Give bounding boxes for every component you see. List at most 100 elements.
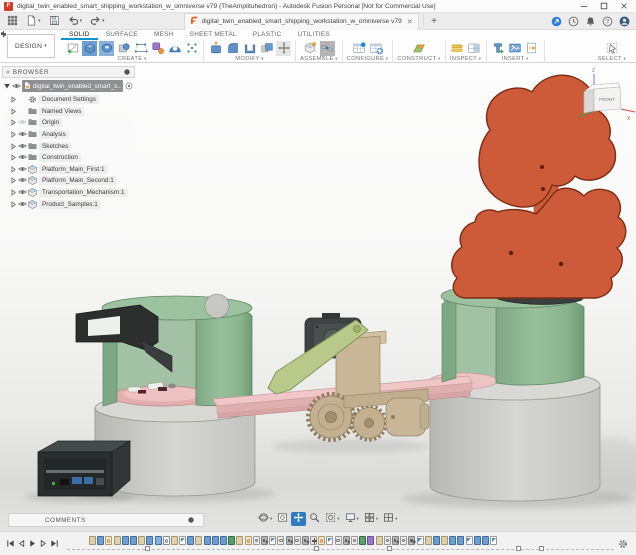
display-settings-button[interactable]: ▾ xyxy=(343,512,361,526)
ribbon-group-label[interactable]: INSERT xyxy=(502,56,529,63)
ribbon-group-label[interactable]: INSPECT xyxy=(450,56,481,63)
revolve-icon[interactable] xyxy=(99,41,114,56)
minimize-button[interactable] xyxy=(574,0,594,12)
shell-icon[interactable] xyxy=(242,41,257,56)
configure-features-icon[interactable] xyxy=(369,41,384,56)
viewports-button[interactable]: ▾ xyxy=(381,512,399,526)
insert-derive-icon[interactable] xyxy=(491,41,506,56)
expand-icon[interactable] xyxy=(10,108,17,115)
notifications-icon[interactable] xyxy=(584,15,596,27)
browser-header[interactable]: « BROWSER xyxy=(2,66,135,78)
ribbon-group-label[interactable]: SELECT xyxy=(598,56,626,63)
configuration-table-icon[interactable] xyxy=(352,41,367,56)
browser-tree-item[interactable]: Platform_Main_Second:1 xyxy=(2,175,135,187)
maximize-button[interactable] xyxy=(594,0,614,12)
ribbon-tab[interactable]: UTILITIES xyxy=(290,30,339,40)
timeline-marker[interactable] xyxy=(145,546,150,551)
root-visibility-icon[interactable] xyxy=(12,83,21,90)
ribbon-group-label[interactable]: CONSTRUCT xyxy=(397,56,440,63)
undo-button[interactable]: ▾ xyxy=(65,14,86,28)
ribbon-tab[interactable]: PLASTIC xyxy=(245,30,290,40)
edge-computer-box[interactable] xyxy=(38,441,130,496)
pan-button[interactable] xyxy=(291,512,306,526)
transportation-mechanism[interactable] xyxy=(268,313,429,440)
browser-tree-item[interactable]: Origin xyxy=(2,117,135,129)
orbit-button[interactable]: ▾ xyxy=(256,512,274,526)
expand-icon[interactable] xyxy=(10,143,17,150)
activate-component-radio[interactable] xyxy=(125,82,133,90)
fit-button[interactable]: ▾ xyxy=(323,512,341,526)
visibility-eye-icon[interactable] xyxy=(18,154,27,161)
visibility-eye-icon[interactable] xyxy=(18,131,27,138)
expand-icon[interactable] xyxy=(10,154,17,161)
browser-tree-item[interactable]: Platform_Main_First:1 xyxy=(2,164,135,176)
visibility-eye-icon[interactable] xyxy=(18,201,27,208)
extensions-icon[interactable] xyxy=(550,15,562,27)
redo-button[interactable]: ▾ xyxy=(87,14,108,28)
measure-icon[interactable] xyxy=(450,41,465,56)
close-button[interactable] xyxy=(614,0,634,12)
timeline-marker[interactable] xyxy=(516,546,521,551)
comments-bar[interactable]: COMMENTS xyxy=(8,513,204,527)
job-status-icon[interactable] xyxy=(567,15,579,27)
combine-icon[interactable] xyxy=(259,41,274,56)
3d-viewport[interactable]: Z X FRONT « BROWSER di xyxy=(0,63,636,531)
go-to-start-button[interactable] xyxy=(6,539,15,548)
insert-image-icon[interactable] xyxy=(508,41,523,56)
expand-icon[interactable] xyxy=(10,96,17,103)
panel-options-icon[interactable] xyxy=(123,68,131,76)
ribbon-tab[interactable]: SURFACE xyxy=(98,30,146,40)
grid-and-snaps-button[interactable]: ▾ xyxy=(362,512,380,526)
ribbon-group-label[interactable]: MODIFY xyxy=(235,56,263,63)
visibility-eye-icon[interactable] xyxy=(18,143,27,150)
close-tab-icon[interactable]: ✕ xyxy=(407,18,413,26)
section-analysis-icon[interactable] xyxy=(467,41,482,56)
ribbon-tab[interactable]: SOLID xyxy=(61,30,98,40)
extrude-icon[interactable] xyxy=(82,41,97,56)
zoom-button[interactable] xyxy=(307,512,322,526)
view-cube[interactable]: Z X FRONT xyxy=(578,68,635,122)
visibility-eye-icon[interactable] xyxy=(18,166,27,173)
expand-root-icon[interactable] xyxy=(3,82,11,90)
step-back-button[interactable] xyxy=(17,539,26,548)
help-icon[interactable]: ? xyxy=(601,15,613,27)
document-tab[interactable]: digital_twin_enabled_smart_shipping_work… xyxy=(184,13,419,30)
points-icon[interactable] xyxy=(184,41,199,56)
save-button[interactable] xyxy=(46,14,63,28)
sweep-icon[interactable] xyxy=(116,41,131,56)
expand-icon[interactable] xyxy=(10,166,17,173)
play-button[interactable] xyxy=(28,539,37,548)
ribbon-tab[interactable]: SHEET METAL xyxy=(182,30,245,40)
visibility-eye-icon[interactable] xyxy=(18,119,27,126)
viewcube-front-face[interactable]: FRONT xyxy=(599,97,615,102)
look-at-button[interactable] xyxy=(275,512,290,526)
ribbon-tab[interactable]: MESH xyxy=(146,30,182,40)
comments-expand-icon[interactable] xyxy=(187,516,195,524)
move-icon[interactable] xyxy=(276,41,291,56)
timeline-track[interactable] xyxy=(63,532,632,555)
timeline-marker[interactable] xyxy=(539,546,544,551)
joint-icon[interactable] xyxy=(320,41,335,56)
timeline-settings-gear-icon[interactable] xyxy=(618,539,628,549)
insert-decal-icon[interactable] xyxy=(525,41,540,56)
select-icon[interactable] xyxy=(604,41,619,56)
browser-tree-item[interactable]: Analysis xyxy=(2,129,135,141)
design-workspace-selector[interactable]: DESIGN▾ xyxy=(7,34,55,58)
account-icon[interactable] xyxy=(618,15,630,27)
fillet-icon[interactable] xyxy=(225,41,240,56)
browser-root-node[interactable]: digital_twin_enabled_smart_s... xyxy=(2,80,135,92)
create-form-icon[interactable] xyxy=(167,41,182,56)
new-component-icon[interactable] xyxy=(303,41,318,56)
step-forward-button[interactable] xyxy=(39,539,48,548)
file-menu-button[interactable]: ▾ xyxy=(23,14,44,28)
browser-tree-item[interactable]: Document Settings xyxy=(2,94,135,106)
create-sketch-icon[interactable] xyxy=(65,41,80,56)
ribbon-group-label[interactable]: CREATE xyxy=(118,56,147,63)
press-pull-icon[interactable] xyxy=(208,41,223,56)
construct-plane-icon[interactable] xyxy=(411,41,426,56)
visibility-eye-icon[interactable] xyxy=(18,177,27,184)
create-loft-icon[interactable] xyxy=(133,41,148,56)
browser-tree-item[interactable]: Named Views xyxy=(2,106,135,118)
browser-tree-item[interactable]: Transportation_Mechanism:1 xyxy=(2,187,135,199)
expand-icon[interactable] xyxy=(10,189,17,196)
